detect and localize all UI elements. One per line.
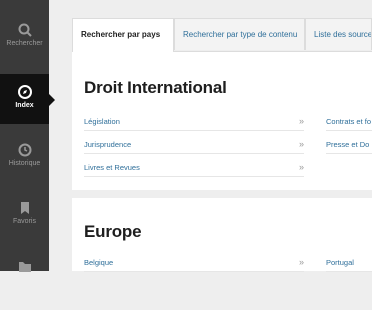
tab-liste-des-sources[interactable]: Liste des sources [305, 18, 372, 50]
tab-rechercher-par-pays[interactable]: Rechercher par pays [72, 18, 174, 52]
section-europe: Europe Belgique » Portugal [72, 198, 372, 272]
link-label[interactable]: Livres et Revues [84, 163, 140, 172]
list-item-portugal[interactable]: Portugal [326, 256, 372, 272]
list-item-jurisprudence[interactable]: Jurisprudence » [84, 138, 304, 154]
sidebar-item-label: Index [15, 102, 34, 109]
chevron-double-right-icon: » [298, 139, 304, 149]
search-icon [18, 23, 32, 37]
list-item-belgique[interactable]: Belgique » [84, 256, 304, 272]
list-item-presse[interactable]: Presse et Do [326, 138, 372, 154]
sidebar-item-label: Historique [8, 160, 41, 167]
compass-icon [17, 85, 32, 99]
sidebar: Rechercher Index Historique Favoris [0, 0, 55, 272]
list-item-livres-et-revues[interactable]: Livres et Revues » [84, 161, 304, 177]
sidebar-item-rechercher[interactable]: Rechercher [0, 22, 49, 74]
section-title: Europe [84, 222, 142, 241]
tab-rechercher-par-type[interactable]: Rechercher par type de contenu [174, 18, 305, 50]
list-item-legislation[interactable]: Législation » [84, 115, 304, 131]
list-item-contrats[interactable]: Contrats et fo [326, 115, 372, 131]
sidebar-item-favoris[interactable]: Favoris [0, 200, 49, 252]
chevron-double-right-icon: » [298, 162, 304, 172]
chevron-double-right-icon: » [298, 257, 304, 267]
chevron-double-right-icon: » [298, 116, 304, 126]
history-icon [18, 143, 31, 157]
link-label[interactable]: Législation [84, 117, 120, 126]
folder-icon [18, 262, 31, 272]
section-droit-international: Droit International Législation » Jurisp… [72, 51, 372, 190]
bookmark-icon [20, 202, 29, 214]
sidebar-item-folder[interactable] [0, 258, 49, 310]
link-label[interactable]: Jurisprudence [84, 140, 131, 149]
sidebar-item-historique[interactable]: Historique [0, 142, 49, 194]
section-title: Droit International [84, 78, 227, 97]
sidebar-item-label: Favoris [13, 218, 36, 225]
link-label[interactable]: Contrats et fo [326, 117, 371, 126]
tab-bar: Rechercher par pays Rechercher par type … [72, 18, 372, 52]
sidebar-item-index[interactable]: Index [0, 74, 55, 124]
link-label[interactable]: Belgique [84, 258, 113, 267]
link-label[interactable]: Portugal [326, 258, 354, 267]
sidebar-item-label: Rechercher [6, 40, 43, 47]
link-label[interactable]: Presse et Do [326, 140, 369, 149]
